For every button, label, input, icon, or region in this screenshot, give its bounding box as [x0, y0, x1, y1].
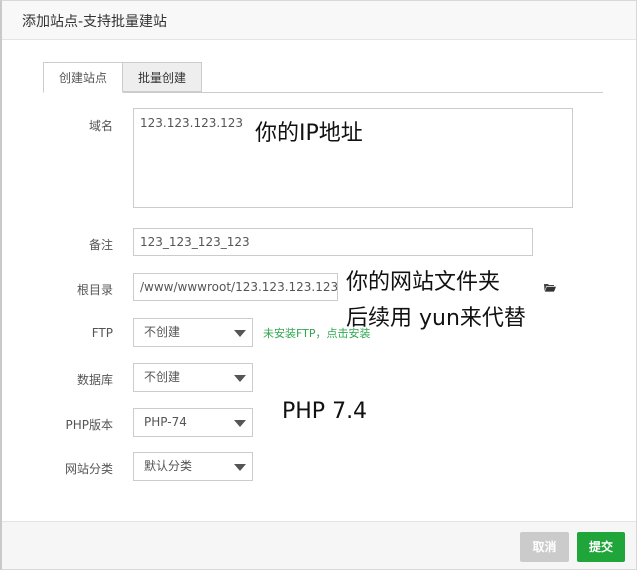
cancel-button[interactable]: 取消 [520, 532, 569, 562]
submit-button[interactable]: 提交 [577, 532, 625, 562]
root-dir-value: /www/wwwroot/123.123.123.123 [140, 280, 338, 294]
category-select-value: 默认分类 [144, 459, 193, 473]
domain-label: 域名 [88, 119, 113, 133]
tab-bar: 创建站点 批量创建 [43, 62, 603, 93]
dialog-title: 添加站点-支持批量建站 [22, 14, 168, 30]
remark-label: 备注 [88, 238, 113, 252]
php-select-value: PHP-74 [144, 415, 187, 429]
ftp-select-value: 不创建 [144, 325, 181, 339]
ftp-select[interactable]: 不创建 [133, 318, 253, 347]
remark-input[interactable]: 123_123_123_123 [133, 228, 533, 256]
annotation-ip: 你的IP地址 [255, 121, 363, 146]
dialog-footer: 取消 提交 [2, 521, 636, 569]
annotation-folder-line1: 你的网站文件夹 [346, 270, 501, 295]
php-label: PHP版本 [65, 418, 114, 432]
dialog-titlebar: 添加站点-支持批量建站 [2, 1, 636, 40]
chevron-down-icon [234, 329, 246, 337]
folder-open-icon[interactable] [544, 283, 556, 292]
tab-batch-create[interactable]: 批量创建 [123, 62, 202, 92]
database-select-value: 不创建 [144, 370, 181, 384]
root-dir-label: 根目录 [76, 283, 113, 297]
chevron-down-icon [234, 419, 246, 427]
database-select[interactable]: 不创建 [133, 363, 253, 392]
category-select[interactable]: 默认分类 [133, 452, 253, 481]
domain-value: 123.123.123.123 [140, 116, 244, 130]
chevron-down-icon [234, 374, 246, 382]
database-label: 数据库 [76, 373, 113, 387]
remark-value: 123_123_123_123 [140, 235, 250, 249]
ftp-label: FTP [91, 326, 113, 340]
annotation-php: PHP 7.4 [282, 399, 368, 424]
root-dir-input[interactable]: /www/wwwroot/123.123.123.123 [133, 273, 338, 301]
add-site-dialog: 添加站点-支持批量建站 创建站点 批量创建 域名 123.123.123.123… [0, 0, 637, 570]
category-label: 网站分类 [64, 462, 113, 476]
chevron-down-icon [234, 463, 246, 471]
annotation-folder-line2: 后续用 yun来代替 [346, 306, 526, 331]
php-version-select[interactable]: PHP-74 [133, 408, 253, 437]
tab-create-site[interactable]: 创建站点 [43, 62, 123, 93]
